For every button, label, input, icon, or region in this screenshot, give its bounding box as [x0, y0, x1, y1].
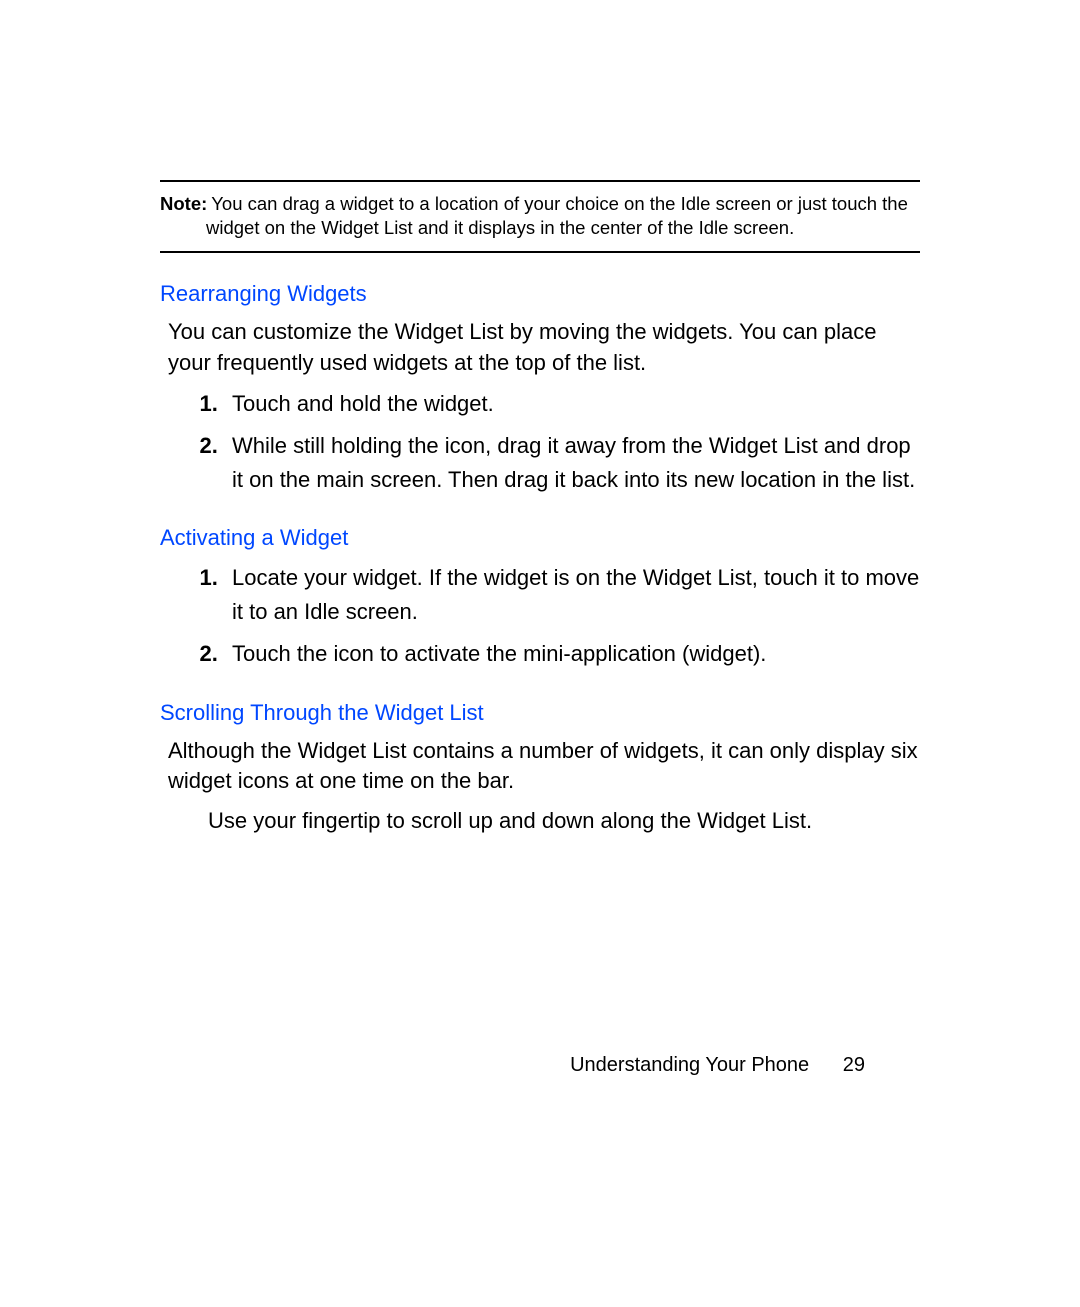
- heading-rearranging-widgets: Rearranging Widgets: [160, 281, 920, 307]
- scrolling-instruction: Use your fingertip to scroll up and down…: [208, 805, 920, 837]
- list-item: While still holding the icon, drag it aw…: [224, 429, 920, 497]
- footer-chapter: Understanding Your Phone: [570, 1054, 809, 1076]
- list-item: Touch and hold the widget.: [224, 387, 920, 421]
- note-block: Note:You can drag a widget to a location…: [160, 180, 920, 253]
- page-footer: Understanding Your Phone 29: [570, 1054, 865, 1077]
- footer-page-number: 29: [843, 1054, 865, 1076]
- page-container: Note:You can drag a widget to a location…: [0, 0, 1080, 1307]
- scrolling-intro: Although the Widget List contains a numb…: [168, 736, 920, 798]
- heading-scrolling-widget-list: Scrolling Through the Widget List: [160, 700, 920, 726]
- heading-activating-widget: Activating a Widget: [160, 525, 920, 551]
- activating-steps: Locate your widget. If the widget is on …: [160, 561, 920, 671]
- rearranging-steps: Touch and hold the widget. While still h…: [160, 387, 920, 497]
- rearranging-intro: You can customize the Widget List by mov…: [168, 317, 920, 379]
- list-item: Locate your widget. If the widget is on …: [224, 561, 920, 629]
- note-label: Note:: [160, 193, 207, 214]
- note-body: You can drag a widget to a location of y…: [206, 193, 908, 238]
- list-item: Touch the icon to activate the mini-appl…: [224, 637, 920, 671]
